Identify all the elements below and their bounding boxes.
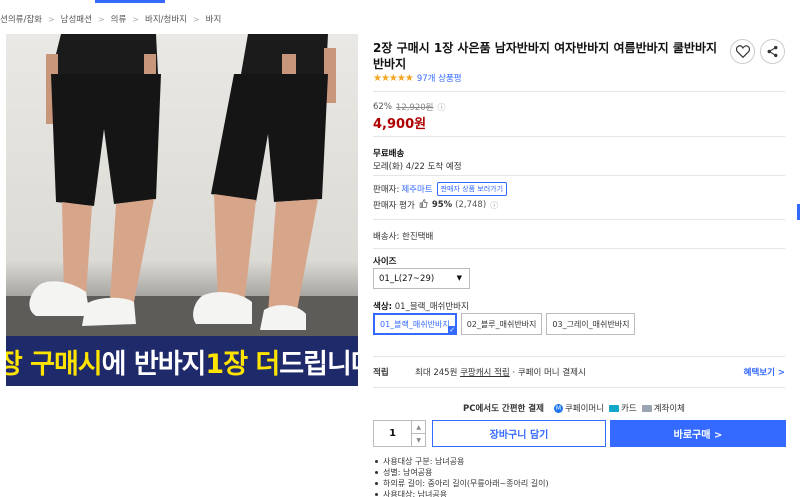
active-tab-indicator: [95, 0, 165, 3]
breadcrumb: 션의류/잡화 > 남성패션 > 의류 > 바지/청바지 > 바지: [0, 12, 221, 26]
payment-method-label: 카드: [621, 404, 637, 414]
quantity-stepper: 1 ▲ ▼: [373, 420, 426, 447]
cash-reward-row: 적립 최대 245원 쿠팡캐시 적립 · 쿠페이 머니 결제시 혜택보기 >: [373, 366, 785, 378]
seller-name-link[interactable]: 제주마트: [401, 183, 432, 195]
reward-amount: 최대 245원: [415, 368, 458, 378]
size-selected-value: 01_L(27~29): [379, 273, 435, 284]
card-option[interactable]: 카드: [609, 402, 637, 414]
color-option-label: 03_그레이_매쉬반바지: [552, 319, 630, 329]
breadcrumb-item[interactable]: 남성패션: [61, 13, 92, 25]
color-label-text: 색상:: [373, 302, 393, 312]
size-select[interactable]: 01_L(27~29) ▼: [373, 268, 470, 289]
color-option-gray[interactable]: 03_그레이_매쉬반바지: [546, 313, 636, 335]
breadcrumb-item[interactable]: 션의류/잡화: [0, 13, 42, 25]
star-rating: ★★★★★: [373, 72, 414, 84]
breadcrumb-item[interactable]: 바지: [206, 13, 222, 25]
discount-row: 62% 12,920원 ⓘ: [373, 101, 445, 113]
arrival-estimate: 모레(화) 4/22 도착 예정: [373, 162, 462, 172]
quantity-input[interactable]: 1: [374, 421, 411, 446]
reward-condition: · 쿠페이 머니 결제시: [512, 368, 586, 378]
bank-transfer-option[interactable]: 계좌이체: [641, 402, 685, 414]
seller-eval-count: (2,748): [455, 200, 487, 210]
color-options: 01_블랙_매쉬반바지 ✓ 02_블루_매쉬반바지 03_그레이_매쉬반바지: [373, 313, 636, 335]
divider: [373, 136, 785, 137]
product-photo-illustration: [6, 34, 358, 336]
easy-payment-row: PC에서도 간편한 결제 M 쿠페이머니 카드 계좌이체: [463, 402, 685, 414]
seller-eval-label: 판매자 평가: [373, 201, 415, 211]
banner-text: 드립니다.: [279, 348, 358, 380]
decrement-icon[interactable]: ▼: [412, 433, 425, 446]
chevron-right-icon: >: [97, 14, 105, 24]
promo-banner: 2장 구매시에 반바지1장 더드립니다.: [6, 336, 358, 386]
carrier-info: 배송사: 한진택배: [373, 232, 434, 242]
color-option-black[interactable]: 01_블랙_매쉬반바지 ✓: [373, 313, 457, 335]
bank-icon: [641, 404, 652, 412]
seller-row: 판매자: 제주마트 판매자 상품 보러가기: [373, 182, 508, 196]
reward-label: 적립: [373, 368, 389, 378]
original-price: 12,920원: [395, 103, 434, 113]
wishlist-button[interactable]: [730, 39, 755, 64]
check-icon: ✓: [447, 326, 457, 335]
share-icon: [767, 45, 778, 58]
color-option-label: 색상: 01_블랙_매쉬반바지: [373, 300, 469, 312]
divider: [373, 248, 785, 249]
buy-now-button[interactable]: 바로구매 >: [610, 420, 786, 447]
divider: [373, 175, 785, 176]
product-main-image[interactable]: 2장 구매시에 반바지1장 더드립니다.: [6, 34, 358, 386]
share-button[interactable]: [760, 39, 785, 64]
caret-down-icon: ▼: [456, 274, 462, 282]
discount-rate: 62%: [373, 102, 392, 112]
shipping-type: 무료배송: [373, 149, 405, 159]
seller-evaluation: 판매자 평가 95% (2,748) ⓘ: [373, 199, 498, 211]
top-nav-bar: [0, 0, 800, 6]
add-to-cart-button[interactable]: 장바구니 담기: [432, 420, 606, 447]
seller-label: 판매자:: [373, 185, 400, 195]
seller-eval-percent: 95%: [431, 200, 453, 210]
thumbs-up-icon: [419, 199, 428, 211]
chevron-right-icon: >: [192, 14, 200, 24]
banner-highlight: 1장 더: [205, 348, 280, 380]
divider: [373, 356, 785, 357]
sale-price: 4,900원: [373, 117, 427, 132]
list-item: 사용대상 구분: 남녀공용: [373, 456, 549, 467]
divider: [373, 219, 785, 220]
info-icon[interactable]: ⓘ: [490, 200, 498, 211]
quantity-spinner: ▲ ▼: [411, 421, 425, 446]
payment-method-label: 쿠페이머니: [564, 404, 605, 414]
banner-highlight: 2장 구매시: [6, 348, 103, 380]
color-selected-value: 01_블랙_매쉬반바지: [394, 302, 469, 312]
divider: [373, 387, 785, 388]
breadcrumb-item[interactable]: 의류: [111, 13, 127, 25]
coupay-icon: M: [553, 403, 563, 413]
review-count-link[interactable]: 97개 상품평: [417, 72, 462, 84]
info-icon[interactable]: ⓘ: [437, 102, 445, 113]
list-item: 하의류 길이: 중아리 길이(무릎아래~종아리 길이): [373, 478, 549, 489]
heart-icon: [735, 45, 750, 58]
product-details-list: 사용대상 구분: 남녀공용 성별: 남여공용 하의류 길이: 중아리 길이(무릎…: [373, 456, 549, 497]
divider: [373, 91, 785, 92]
color-option-blue[interactable]: 02_블루_매쉬반바지: [460, 313, 543, 335]
payment-method-label: 계좌이체: [653, 404, 685, 414]
benefits-link[interactable]: 혜택보기 >: [744, 366, 785, 378]
banner-text: 에 반바지: [101, 348, 207, 380]
color-option-label: 01_블랙_매쉬반바지: [380, 319, 450, 329]
list-item: 사용대상: 남녀공용: [373, 489, 549, 497]
size-option-label: 사이즈: [373, 257, 397, 267]
rating-summary: ★★★★★ 97개 상품평: [373, 72, 462, 85]
increment-icon[interactable]: ▲: [412, 421, 425, 433]
coupay-money-option[interactable]: M 쿠페이머니: [553, 402, 605, 414]
easy-payment-title: PC에서도 간편한 결제: [463, 404, 544, 414]
color-option-label: 02_블루_매쉬반바지: [466, 319, 537, 329]
chevron-right-icon: >: [132, 14, 139, 24]
seller-products-button[interactable]: 판매자 상품 보러가기: [436, 182, 508, 196]
reward-link[interactable]: 쿠팡캐시 적립: [460, 366, 510, 378]
list-item: 성별: 남여공용: [373, 467, 549, 478]
chevron-right-icon: >: [47, 14, 55, 24]
product-title: 2장 구매시 1장 사은품 남자반바지 여자반바지 여름반바지 쿨반바지 반바지: [373, 41, 718, 71]
card-icon: [609, 404, 620, 412]
breadcrumb-item[interactable]: 바지/청바지: [145, 13, 187, 25]
